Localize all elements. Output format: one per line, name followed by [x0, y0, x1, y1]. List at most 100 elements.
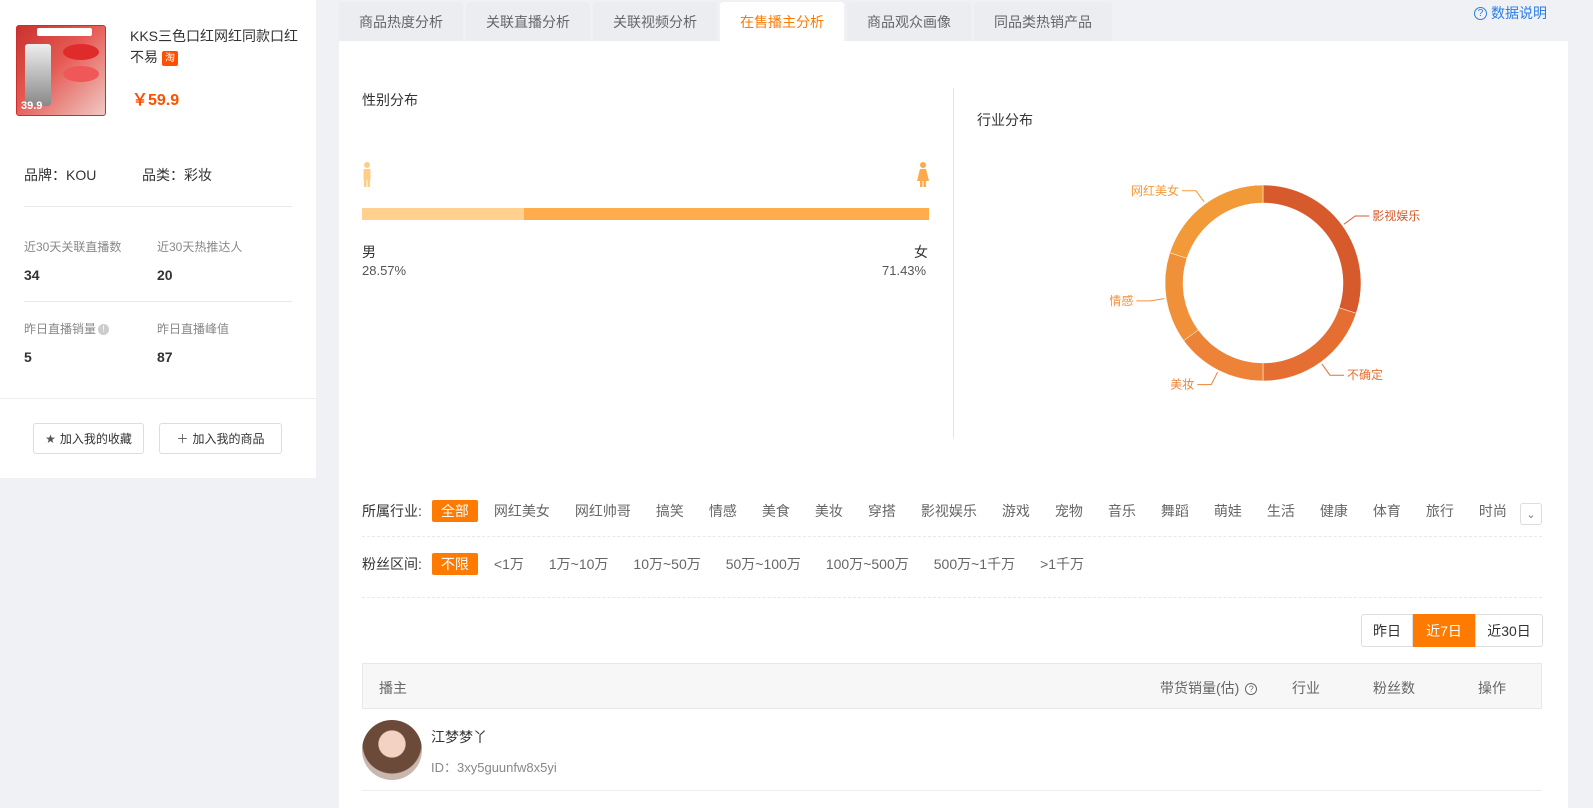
donut-label: 不确定 — [1347, 367, 1383, 382]
industry-chip[interactable]: 美食 — [753, 500, 799, 522]
product-image[interactable]: 39.9 — [16, 25, 106, 116]
help-link[interactable]: ? 数据说明 — [1474, 3, 1547, 23]
th-industry: 行业 — [1292, 680, 1320, 696]
anchor-id: ID：3xy5guunfw8x5yi — [431, 760, 557, 775]
industry-donut-chart: 影视娱乐不确定美妆 情感 网红美女 — [1109, 183, 1420, 392]
stat-value: 5 — [24, 349, 32, 365]
fans-chip[interactable]: <1万 — [485, 553, 533, 575]
donut-slice[interactable] — [1164, 252, 1199, 341]
stat-value: 87 — [157, 349, 173, 365]
donut-slice[interactable] — [1262, 184, 1362, 314]
th-sales-label: 带货销量(估) — [1160, 680, 1240, 696]
donut-leader-line — [1321, 363, 1345, 376]
anchor-name[interactable]: 江梦梦丫 — [431, 727, 487, 747]
industry-chip[interactable]: 舞蹈 — [1152, 500, 1198, 522]
brand-label: 品牌：KOU — [24, 167, 97, 183]
fans-chip[interactable]: 1万~10万 — [540, 553, 618, 575]
industry-filter-label: 所属行业: — [362, 503, 422, 519]
fans-chip[interactable]: 不限 — [431, 553, 478, 575]
add-favorite-button[interactable]: ★ 加入我的收藏 — [33, 423, 144, 454]
tab-heat[interactable]: 商品热度分析 — [339, 2, 463, 41]
fans-chip[interactable]: 500万~1千万 — [925, 553, 1024, 575]
industry-filter: 所属行业: 全部 网红美女 网红帅哥 搞笑 情感 美食 美妆 穿搭 影视娱乐 游戏 宠物 音乐 舞蹈 萌娃… — [362, 500, 1523, 522]
fans-chip[interactable]: 10万~50万 — [624, 553, 709, 575]
avatar[interactable] — [362, 720, 422, 780]
product-price: ￥59.9 — [132, 92, 180, 109]
industry-chip[interactable]: 时尚 — [1470, 500, 1516, 522]
industry-chip[interactable]: 游戏 — [993, 500, 1039, 522]
industry-chip[interactable]: 网红帅哥 — [566, 500, 640, 522]
add-goods-button[interactable]: ＋ 加入我的商品 — [159, 423, 282, 454]
divider — [362, 597, 1542, 598]
category-label: 品类：彩妆 — [142, 167, 212, 183]
donut-label: 影视娱乐 — [1372, 208, 1420, 223]
stat-yesterday-sales: 昨日直播销量! 5 — [24, 320, 110, 365]
gender-bar-male — [362, 208, 524, 220]
donut-leader-line — [1197, 371, 1219, 386]
stat-value: 34 — [24, 267, 40, 283]
industry-chip[interactable]: 音乐 — [1099, 500, 1145, 522]
period-yesterday[interactable]: 昨日 — [1361, 614, 1413, 647]
industry-chip[interactable]: 生活 — [1258, 500, 1304, 522]
industry-chip[interactable]: 情感 — [700, 500, 746, 522]
donut-slice[interactable] — [1183, 329, 1264, 382]
product-title[interactable]: KKS三色口红网红同款口红不易淘 — [130, 26, 300, 68]
divider — [24, 206, 292, 207]
donut-label: 网红美女 — [1131, 183, 1179, 198]
table-row[interactable]: 江梦梦丫 ID：3xy5guunfw8x5yi — [362, 709, 1542, 791]
star-icon: ★ — [45, 431, 56, 446]
th-sales[interactable]: 带货销量(估) ? — [1160, 678, 1258, 698]
industry-chip[interactable]: 穿搭 — [859, 500, 905, 522]
industry-chip[interactable]: 美妆 — [806, 500, 852, 522]
period-7d[interactable]: 近7日 — [1413, 614, 1475, 647]
stat-label: 近30天热推达人 — [157, 240, 243, 254]
analysis-tabs: 商品热度分析 关联直播分析 关联视频分析 在售播主分析 商品观众画像 同品类热销… — [339, 2, 1115, 41]
tab-live[interactable]: 关联直播分析 — [466, 2, 590, 41]
fans-chip[interactable]: 50万~100万 — [717, 553, 810, 575]
divider — [362, 536, 1542, 537]
help-label: 数据说明 — [1491, 5, 1547, 21]
tab-anchor[interactable]: 在售播主分析 — [720, 2, 844, 41]
industry-chip[interactable]: 宠物 — [1046, 500, 1092, 522]
industry-chip[interactable]: 健康 — [1311, 500, 1357, 522]
industry-chip[interactable]: 网红美女 — [485, 500, 559, 522]
industry-chip[interactable]: 搞笑 — [647, 500, 693, 522]
period-30d[interactable]: 近30日 — [1475, 614, 1543, 647]
info-icon[interactable]: ! — [98, 324, 110, 336]
stat-label: 昨日直播峰值 — [157, 322, 230, 336]
question-icon[interactable]: ? — [1245, 683, 1258, 696]
male-icon — [363, 162, 371, 187]
donut-leader-line — [1136, 298, 1165, 302]
fans-chip[interactable]: 100万~500万 — [817, 553, 918, 575]
female-label: 女 — [914, 244, 928, 260]
stat-label: 近30天关联直播数 — [24, 240, 122, 254]
divider — [24, 301, 292, 302]
stat-label: 昨日直播销量 — [24, 322, 97, 336]
gender-bar — [362, 208, 929, 220]
product-title-text: KKS三色口红网红同款口红不易 — [130, 28, 299, 65]
donut-label: 情感 — [1109, 293, 1133, 308]
industry-chip[interactable]: 体育 — [1364, 500, 1410, 522]
taobao-icon: 淘 — [162, 50, 178, 66]
industry-chip[interactable]: 全部 — [431, 500, 478, 522]
donut-leader-line — [1343, 215, 1370, 225]
tab-audience[interactable]: 商品观众画像 — [847, 2, 971, 41]
industry-chip[interactable]: 旅行 — [1417, 500, 1463, 522]
donut-slice[interactable] — [1169, 184, 1264, 259]
donut-slice[interactable] — [1262, 307, 1357, 382]
gender-bar-female — [523, 208, 929, 220]
tab-video[interactable]: 关联视频分析 — [593, 2, 717, 41]
add-goods-label: 加入我的商品 — [192, 432, 265, 446]
expand-chevron-icon[interactable]: ⌄ — [1520, 503, 1542, 525]
add-favorite-label: 加入我的收藏 — [59, 432, 132, 446]
fans-chip[interactable]: >1千万 — [1031, 553, 1093, 575]
donut-leader-line — [1181, 190, 1205, 203]
section-divider — [953, 88, 954, 438]
industry-chip[interactable]: 萌娃 — [1205, 500, 1251, 522]
stat-hot-talent: 近30天热推达人 20 — [157, 238, 242, 283]
fans-filter-label: 粉丝区间: — [362, 556, 422, 572]
stat-value: 20 — [157, 267, 173, 283]
tab-category-hot[interactable]: 同品类热销产品 — [974, 2, 1112, 41]
industry-chip[interactable]: 影视娱乐 — [912, 500, 986, 522]
product-panel: 39.9 KKS三色口红网红同款口红不易淘 ￥59.9 品牌：KOU 品类：彩妆… — [0, 0, 316, 478]
